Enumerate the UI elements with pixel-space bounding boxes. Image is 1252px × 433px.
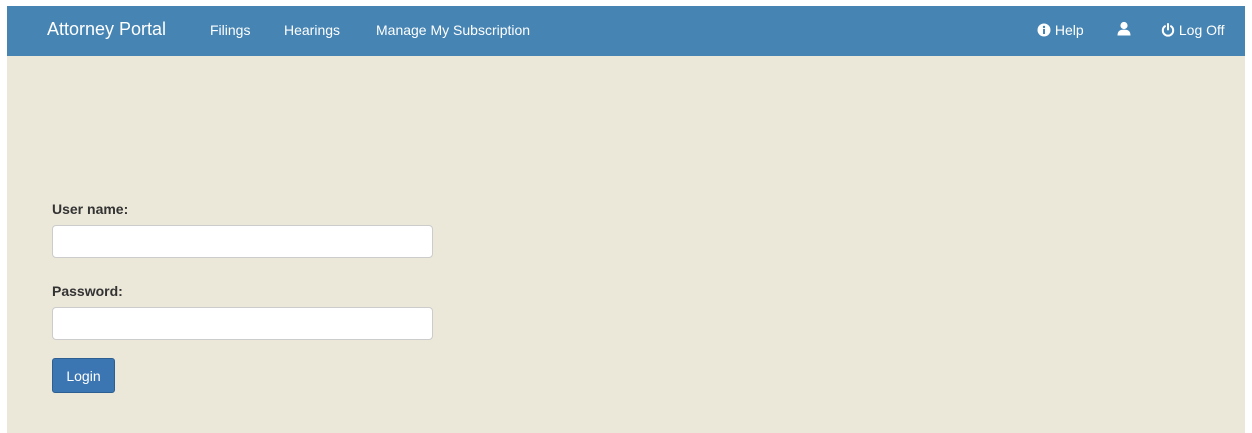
user-icon (1117, 21, 1131, 37)
info-circle-icon (1037, 22, 1051, 38)
help-label: Help (1054, 22, 1084, 38)
nav-link-filings[interactable]: Filings (210, 22, 250, 38)
help-link[interactable]: Help (1037, 22, 1084, 38)
password-label: Password: (52, 283, 123, 299)
username-label: User name: (52, 201, 129, 217)
logoff-link[interactable]: Log Off (1161, 22, 1225, 38)
nav-link-manage-subscription[interactable]: Manage My Subscription (376, 22, 530, 38)
login-button[interactable]: Login (52, 358, 115, 393)
power-icon (1161, 22, 1175, 38)
password-input[interactable] (52, 307, 433, 340)
nav-link-hearings[interactable]: Hearings (284, 22, 340, 38)
logoff-label: Log Off (1178, 22, 1225, 38)
user-profile-link[interactable] (1117, 21, 1131, 37)
username-input[interactable] (52, 225, 433, 258)
top-navbar: Attorney Portal Filings Hearings Manage … (7, 6, 1245, 56)
brand-link[interactable]: Attorney Portal (47, 19, 166, 40)
page-frame: Attorney Portal Filings Hearings Manage … (7, 6, 1245, 433)
